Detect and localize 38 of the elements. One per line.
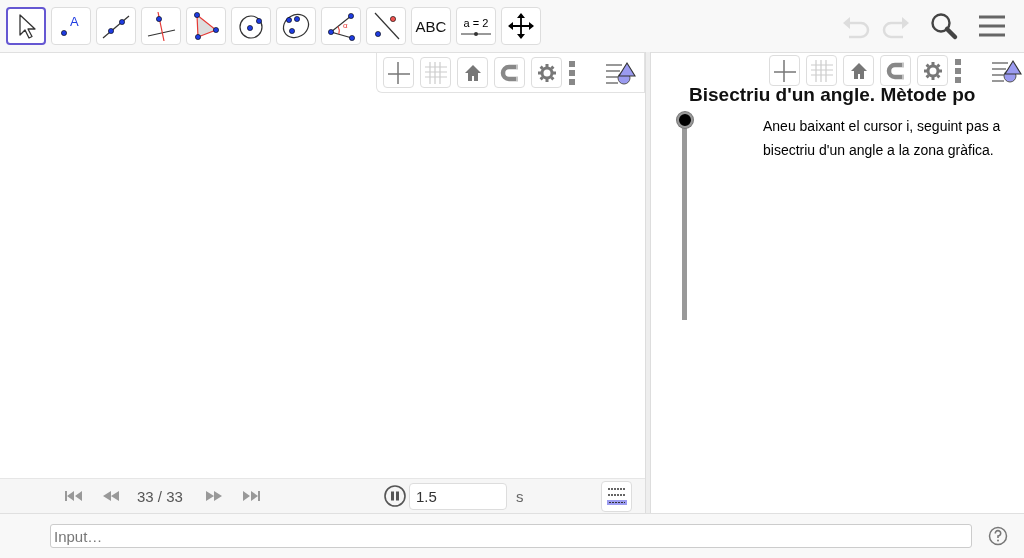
speed-field[interactable]: 1.5: [408, 482, 507, 510]
algebra-view-button[interactable]: [601, 480, 633, 512]
grid-toggle-button[interactable]: [420, 57, 451, 88]
step-counter: 33 / 33: [137, 487, 183, 505]
axes-toggle-button[interactable]: [769, 55, 800, 86]
settings-button[interactable]: [917, 55, 948, 86]
axes-toggle-button[interactable]: [383, 57, 414, 88]
grid-toggle-icon: [810, 59, 833, 82]
circle-tool-button[interactable]: [231, 7, 271, 45]
play-pause-button[interactable]: [383, 485, 406, 507]
reflect-tool-button[interactable]: [366, 7, 406, 45]
conic-tool-button[interactable]: [276, 7, 316, 45]
slider-line-icon: [461, 31, 491, 36]
grid-toggle-icon: [424, 61, 447, 84]
polygon-tool-button[interactable]: [186, 7, 226, 45]
perpendicular-tool-icon: [145, 10, 177, 42]
slider-thumb[interactable]: [676, 112, 693, 128]
instruction-text: Aneu baixant el cursor i, seguint pas a bisectriu d'un angle a la zona gràfica.: [763, 117, 1001, 160]
axes-toggle-icon: [773, 59, 796, 82]
settings-button[interactable]: [531, 57, 562, 88]
settings-icon: [921, 59, 944, 82]
magnet-button[interactable]: [494, 57, 525, 88]
perpendicular-tool-button[interactable]: [141, 7, 181, 45]
help-button[interactable]: [988, 526, 1008, 546]
home-button[interactable]: [457, 57, 488, 88]
text-title: Bisectriu d'un angle. Mètode po: [689, 84, 977, 106]
input-field[interactable]: Input…: [50, 524, 972, 548]
text-tool-button[interactable]: ABC: [411, 7, 451, 45]
speed-unit: s: [515, 487, 524, 505]
magnet-button[interactable]: [880, 55, 911, 86]
axes-toggle-icon: [387, 61, 410, 84]
pan-tool-button[interactable]: [501, 7, 541, 45]
grid-toggle-button[interactable]: [806, 55, 837, 86]
settings-icon: [535, 61, 558, 84]
move-tool-button[interactable]: [6, 7, 46, 45]
home-button[interactable]: [843, 55, 874, 86]
slider-tool-button[interactable]: a = 2: [456, 7, 496, 45]
line-tool-button[interactable]: [96, 7, 136, 45]
